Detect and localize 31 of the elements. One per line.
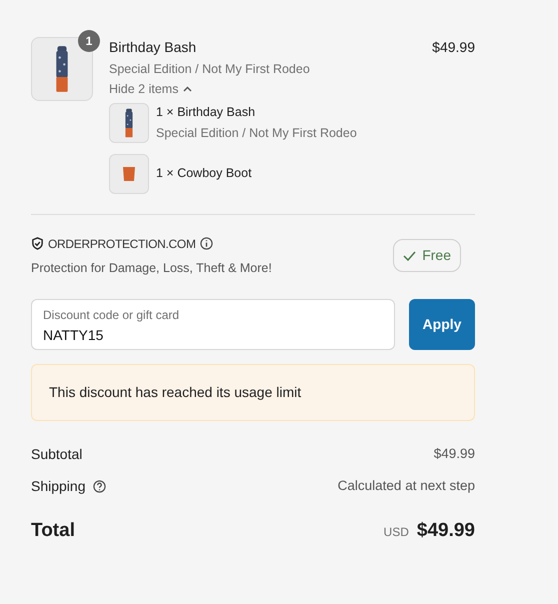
bottle-drawing [124, 108, 134, 138]
shield-check-icon [31, 237, 44, 250]
info-icon [200, 237, 213, 250]
field-value: NATTY15 [43, 326, 104, 346]
caret-icon [183, 86, 192, 92]
cup-drawing [121, 166, 137, 182]
free-protection-toggle[interactable]: Free [393, 239, 461, 272]
apply-button[interactable]: Apply [409, 299, 475, 350]
field-label: Discount code or gift card [43, 308, 180, 322]
bundle-item-title: 1 × Birthday Bash [156, 104, 256, 121]
bundle-item-title: 1 × Cowboy Boot [156, 165, 252, 182]
total-label: Total [31, 519, 75, 544]
total-value: $49.99 [416, 519, 475, 544]
hide-items-toggle[interactable]: Hide 2 items [109, 80, 192, 98]
product-price: $49.99 [432, 38, 475, 57]
discount-code-field[interactable]: Discount code or gift card NATTY15 [31, 299, 395, 350]
bundle-item-variant: Special Edition / Not My First Rodeo [156, 124, 357, 142]
discount-error-alert: This discount has reached its usage limit [31, 364, 475, 422]
check-icon [403, 250, 416, 261]
currency-code: USD [384, 524, 409, 542]
help-icon [92, 480, 106, 493]
order-protection-logo: ORDERPROTECTION.COM [48, 236, 196, 252]
product-variant: Special Edition / Not My First Rodeo [109, 61, 311, 78]
summary-label: Shipping [31, 476, 86, 496]
protection-description: Protection for Damage, Loss, Theft & More! [31, 260, 272, 277]
bottle-drawing [54, 46, 70, 92]
summary-label: Subtotal [31, 444, 82, 464]
summary-value: Calculated at next step [338, 477, 475, 496]
quantity-badge: 1 [78, 30, 100, 52]
summary-value: $49.99 [434, 445, 475, 464]
product-title: Birthday Bash [109, 38, 196, 57]
